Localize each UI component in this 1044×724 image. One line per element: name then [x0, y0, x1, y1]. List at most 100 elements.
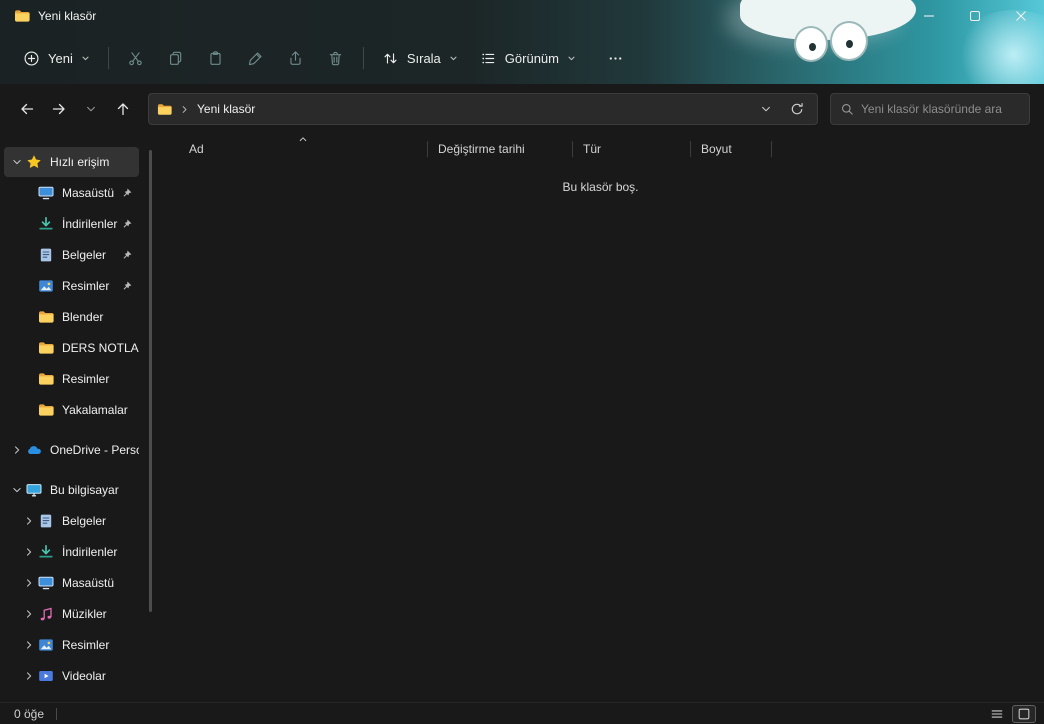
sidebar-item-quick-access[interactable]: Hızlı erişim [4, 147, 139, 177]
breadcrumb-path[interactable]: Yeni klasör [197, 102, 255, 116]
onedrive-icon [26, 442, 42, 458]
sidebar-item-desktop[interactable]: Masaüstü [4, 568, 139, 598]
more-button[interactable] [595, 40, 635, 76]
computer-icon [26, 482, 42, 498]
column-header-date-modified[interactable]: Değiştirme tarihi [428, 134, 572, 164]
sidebar-item-label: Bu bilgisayar [50, 483, 119, 497]
sidebar-item-downloads[interactable]: İndirilenler [4, 537, 139, 567]
close-button[interactable] [998, 0, 1044, 32]
column-separator[interactable] [771, 141, 772, 157]
thumbnail-view-button[interactable] [1012, 704, 1036, 723]
sidebar-item-desktop-pinned[interactable]: Masaüstü [4, 178, 139, 208]
new-button[interactable]: Yeni [12, 40, 101, 76]
chevron-right-icon[interactable] [20, 515, 38, 527]
sidebar-item-resimler-folder[interactable]: Resimler [4, 364, 139, 394]
folder-icon [38, 371, 54, 387]
up-button[interactable] [108, 94, 138, 124]
new-button-label: Yeni [48, 50, 73, 66]
sidebar-item-onedrive[interactable]: OneDrive - Perso [4, 435, 139, 465]
navigation-bar: Yeni klasör [0, 84, 1044, 134]
rename-button[interactable] [236, 40, 276, 76]
sidebar-scrollbar[interactable] [149, 150, 152, 612]
sidebar-item-label: OneDrive - Perso [50, 443, 139, 457]
file-explorer-window: Yeni klasör Yeni Sırala Görünüm Yeni kla… [0, 0, 1044, 724]
desktop-icon [38, 185, 54, 201]
column-header-name[interactable]: Ad [179, 134, 427, 164]
sidebar-item-documents-pinned[interactable]: Belgeler [4, 240, 139, 270]
title-bar[interactable]: Yeni klasör [0, 0, 1044, 32]
chevron-right-icon[interactable] [20, 577, 38, 589]
folder-icon [38, 402, 54, 418]
file-list-pane: Ad Değiştirme tarihi Tür Boyut Bu klasör… [157, 134, 1044, 702]
view-button[interactable]: Görünüm [469, 40, 587, 76]
documents-icon [38, 247, 54, 263]
item-count: 0 öğe [14, 706, 45, 721]
refresh-button[interactable] [785, 97, 809, 121]
star-icon [26, 154, 42, 170]
status-bar: 0 öğe [0, 702, 1044, 724]
sidebar-item-music[interactable]: Müzikler [4, 599, 139, 629]
sidebar-item-this-pc[interactable]: Bu bilgisayar [4, 475, 139, 505]
folder-icon [14, 8, 30, 24]
address-bar[interactable]: Yeni klasör [148, 93, 818, 125]
sidebar-item-label: Resimler [62, 638, 110, 652]
toolbar-divider [107, 47, 109, 69]
forward-button[interactable] [44, 94, 74, 124]
search-input[interactable] [861, 102, 1020, 116]
videos-icon [38, 668, 54, 684]
search-box[interactable] [830, 93, 1030, 125]
sidebar-item-label: Masaüstü [62, 576, 115, 590]
details-view-button[interactable] [985, 705, 1009, 723]
sidebar-item-label: Yakalamalar [62, 403, 128, 417]
folder-icon [38, 309, 54, 325]
recent-locations-button[interactable] [76, 94, 106, 124]
sidebar-item-downloads-pinned[interactable]: İndirilenler [4, 209, 139, 239]
main-area: Hızlı erişim Masaüstü İndirilenler Belgeler… [0, 134, 1044, 702]
command-bar: Yeni Sırala Görünüm [0, 32, 1044, 84]
column-header-size[interactable]: Boyut [691, 134, 771, 164]
sidebar-item-yakalamalar[interactable]: Yakalamalar [4, 395, 139, 425]
sidebar-item-label: İndirilenler [62, 217, 118, 231]
pictures-icon [38, 637, 54, 653]
chevron-right-icon[interactable] [20, 639, 38, 651]
column-label: Tür [583, 142, 601, 156]
column-headers: Ad Değiştirme tarihi Tür Boyut [157, 134, 1044, 164]
sidebar-item-videos[interactable]: Videolar [4, 661, 139, 691]
desktop-icon [38, 575, 54, 591]
sort-arrows-icon [382, 50, 399, 67]
chevron-down-icon[interactable] [8, 484, 26, 496]
chevron-right-icon[interactable] [8, 444, 26, 456]
view-button-label: Görünüm [504, 50, 559, 66]
chevron-right-icon[interactable] [20, 608, 38, 620]
pin-icon [120, 218, 133, 231]
chevron-right-icon[interactable] [20, 670, 38, 682]
documents-icon [38, 513, 54, 529]
chevron-down-icon [449, 54, 458, 63]
sidebar-item-documents[interactable]: Belgeler [4, 506, 139, 536]
search-icon [840, 102, 854, 116]
sort-button[interactable]: Sırala [371, 40, 469, 76]
column-label: Ad [189, 142, 204, 156]
sidebar-item-blender[interactable]: Blender [4, 302, 139, 332]
sidebar-item-pictures[interactable]: Resimler [4, 630, 139, 660]
statusbar-divider [56, 707, 58, 720]
address-dropdown-button[interactable] [754, 97, 778, 121]
cut-button[interactable] [116, 40, 156, 76]
ellipsis-icon [607, 50, 624, 67]
paste-button[interactable] [196, 40, 236, 76]
window-header: Yeni klasör Yeni Sırala Görünüm [0, 0, 1044, 84]
copy-button[interactable] [156, 40, 196, 76]
window-controls [906, 0, 1044, 32]
maximize-button[interactable] [952, 0, 998, 32]
minimize-button[interactable] [906, 0, 952, 32]
toolbar-divider [362, 47, 364, 69]
delete-button[interactable] [316, 40, 356, 76]
back-button[interactable] [12, 94, 42, 124]
sidebar-item-label: Resimler [62, 372, 110, 386]
sidebar-item-ders-notlari[interactable]: DERS NOTLARI [4, 333, 139, 363]
chevron-down-icon[interactable] [8, 156, 26, 168]
sidebar-item-pictures-pinned[interactable]: Resimler [4, 271, 139, 301]
share-button[interactable] [276, 40, 316, 76]
column-header-type[interactable]: Tür [573, 134, 690, 164]
chevron-right-icon[interactable] [20, 546, 38, 558]
